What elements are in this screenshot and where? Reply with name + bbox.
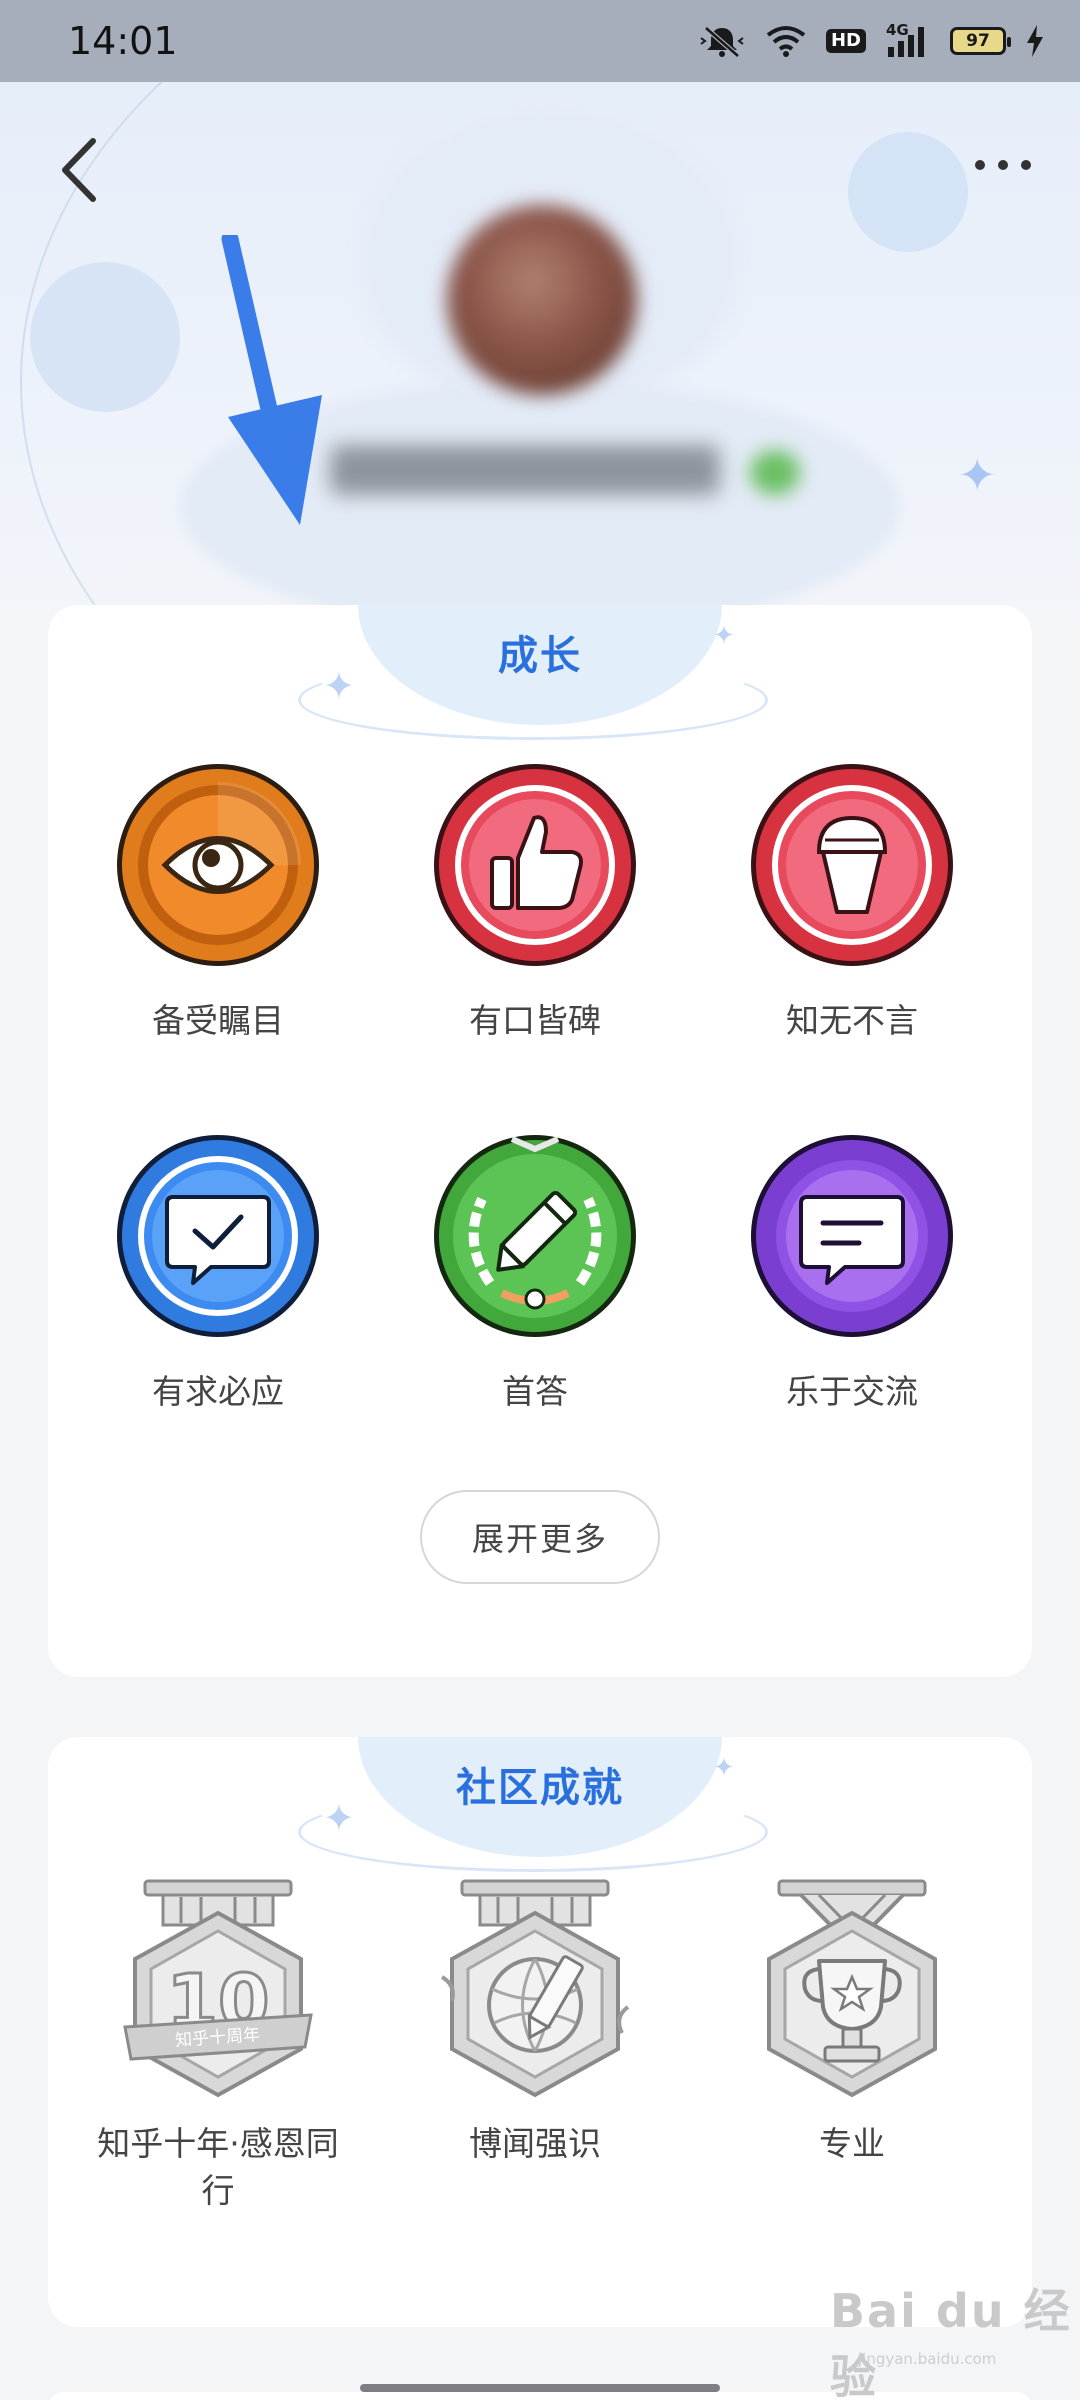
hd-icon: HD	[825, 29, 866, 53]
eye-icon	[117, 764, 319, 966]
home-indicator[interactable]	[360, 2384, 720, 2392]
community-section: ✦ ✦ 社区成就 10 知乎十周年 知乎十年·感恩同行 博闻强识 专业	[48, 1737, 1032, 2327]
badge-label: 博闻强识	[469, 2124, 601, 2163]
sparkle-icon: ✦	[958, 448, 997, 502]
watermark-url: jingyan.baidu.com	[858, 2350, 997, 2368]
badge-label: 乐于交流	[786, 1372, 918, 1411]
badge-item[interactable]: 首答	[410, 1133, 660, 1416]
badge-item[interactable]: 博闻强识	[410, 1877, 660, 2168]
thumbs-up-icon	[434, 764, 636, 966]
chevron-left-icon	[62, 138, 96, 202]
mute-bell-icon	[700, 26, 744, 58]
badge-label: 专业	[819, 2124, 885, 2163]
more-dots-icon	[975, 160, 985, 170]
back-button[interactable]	[55, 135, 105, 205]
badge-item[interactable]: 有求必应	[93, 1133, 343, 1416]
battery-icon: 97	[950, 27, 1011, 55]
badge-label: 知无不言	[786, 1001, 918, 1040]
growth-section: ✦ ✦ 成长 备受瞩目 有口皆碑 知无不言 有求必应 首答 乐于交流 展开更多	[48, 605, 1032, 1677]
chat-check-icon	[117, 1135, 319, 1337]
pencil-icon	[434, 1135, 636, 1337]
status-time: 14:01	[68, 19, 178, 63]
verified-badge-icon	[750, 450, 800, 495]
battery-level: 97	[966, 31, 990, 51]
status-bar: 14:01 HD 4G 97	[0, 0, 1080, 82]
badge-item[interactable]: 有口皆碑	[410, 762, 660, 1045]
annotation-arrow-icon	[221, 235, 322, 525]
microphone-icon	[751, 764, 953, 966]
hero-bubble-decoration	[848, 132, 968, 252]
badge-item[interactable]: 备受瞩目	[93, 762, 343, 1045]
badge-label: 有口皆碑	[469, 1001, 601, 1040]
badge-label: 备受瞩目	[152, 1001, 284, 1040]
charging-icon	[1027, 25, 1043, 57]
badge-label: 有求必应	[152, 1372, 284, 1411]
more-button[interactable]	[975, 145, 1045, 185]
trophy-icon	[767, 1879, 937, 2098]
ten-years-icon: 10 知乎十周年	[123, 1879, 313, 2098]
badge-label: 首答	[502, 1372, 568, 1411]
section-title: 成长	[498, 633, 582, 679]
wifi-icon	[766, 26, 806, 57]
watermark: Bai du 经验	[830, 2284, 1072, 2400]
username-redacted	[330, 445, 720, 495]
badge-item[interactable]: 知无不言	[727, 762, 977, 1045]
signal-icon: 4G	[886, 21, 930, 59]
badge-item[interactable]: 专业	[727, 1877, 977, 2168]
section-title: 社区成就	[456, 1765, 624, 1811]
hero-bubble-decoration	[30, 262, 180, 412]
status-icons: HD 4G 97	[698, 21, 1044, 59]
badge-item[interactable]: 10 知乎十周年 知乎十年·感恩同行	[93, 1877, 343, 2215]
badge-label: 知乎十年·感恩同行	[97, 2124, 339, 2210]
globe-pencil-icon	[440, 1879, 630, 2098]
avatar[interactable]	[447, 205, 637, 395]
badge-item[interactable]: 乐于交流	[727, 1133, 977, 1416]
expand-more-button[interactable]: 展开更多	[420, 1490, 660, 1584]
chat-lines-icon	[751, 1135, 953, 1337]
